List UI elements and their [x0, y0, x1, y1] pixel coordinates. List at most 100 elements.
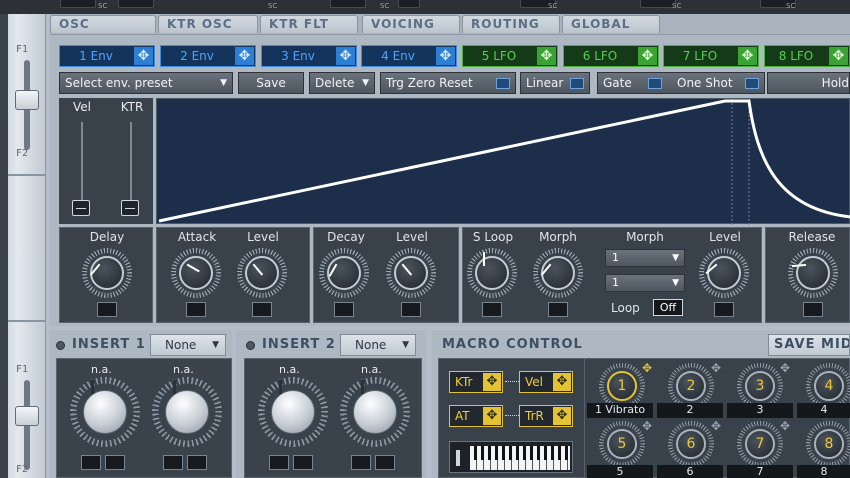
- move-arrows-icon[interactable]: ✥: [780, 361, 790, 375]
- macro-name-2[interactable]: 2: [657, 403, 723, 418]
- move-arrows-icon[interactable]: ✥: [738, 47, 757, 65]
- tab-ktr-flt[interactable]: KTR FLT: [260, 15, 358, 33]
- move-arrows-icon[interactable]: ✥: [235, 47, 254, 65]
- tab-routing[interactable]: ROUTING: [462, 15, 560, 33]
- insert-1-type-select[interactable]: None ▼: [150, 334, 226, 356]
- move-arrows-icon[interactable]: ✥: [537, 47, 556, 65]
- macro-name-4[interactable]: 4: [797, 403, 850, 418]
- hold-toggle[interactable]: Hold: [767, 72, 850, 94]
- insert-sc-slot[interactable]: [375, 455, 395, 470]
- decay-level-knob[interactable]: [386, 248, 436, 298]
- sloop-knob[interactable]: [467, 248, 517, 298]
- decay-mod-slot[interactable]: [334, 302, 354, 317]
- one-shot-checkbox[interactable]: [745, 78, 759, 89]
- insert-mod-slot[interactable]: [351, 455, 371, 470]
- insert-2-knob-1[interactable]: [258, 377, 328, 447]
- piano-keys[interactable]: [470, 446, 570, 470]
- linear-checkbox[interactable]: [570, 78, 584, 89]
- move-arrows-icon[interactable]: ✥: [780, 419, 790, 433]
- insert-mod-slot[interactable]: [269, 455, 289, 470]
- keyboard-widget[interactable]: [449, 441, 573, 473]
- macro-name-6[interactable]: 6: [657, 465, 723, 478]
- trg-zero-reset-checkbox[interactable]: [496, 78, 510, 89]
- macro-knob-6[interactable]: 6: [668, 421, 714, 467]
- mod-fader-thumb[interactable]: [15, 406, 39, 426]
- macro-name-5[interactable]: 5: [587, 465, 653, 478]
- macro-knob-5[interactable]: 5: [599, 421, 645, 467]
- env-tab-2[interactable]: 2 Env ✥: [160, 45, 256, 67]
- insert-mod-slot[interactable]: [81, 455, 101, 470]
- macro-source-trr[interactable]: TrR ✥: [519, 405, 573, 427]
- macro-source-ktr[interactable]: KTr ✥: [449, 371, 503, 393]
- top-sc-button-6[interactable]: [640, 0, 676, 8]
- move-arrows-icon[interactable]: ✥: [711, 419, 721, 433]
- sloop-mod-slot[interactable]: [482, 302, 502, 317]
- level-knob[interactable]: [699, 248, 749, 298]
- top-sc-button-2[interactable]: [118, 0, 154, 8]
- decay-level-mod-slot[interactable]: [401, 302, 421, 317]
- morph-knob[interactable]: [533, 248, 583, 298]
- insert-mod-slot[interactable]: [163, 455, 183, 470]
- power-led-icon[interactable]: [56, 341, 65, 350]
- insert-2-knob-2[interactable]: [340, 377, 410, 447]
- move-arrows-icon[interactable]: ✥: [336, 47, 355, 65]
- attack-level-mod-slot[interactable]: [252, 302, 272, 317]
- morph-select-2[interactable]: 1 ▼: [605, 274, 685, 292]
- move-arrows-icon[interactable]: ✥: [553, 373, 571, 391]
- pitch-wheel[interactable]: [456, 450, 460, 466]
- release-knob[interactable]: [788, 248, 838, 298]
- tab-ktr-osc[interactable]: KTR OSC: [158, 15, 258, 33]
- env-tab-4[interactable]: 4 Env ✥: [361, 45, 457, 67]
- lfo-tab-6[interactable]: 6 LFO ✥: [563, 45, 659, 67]
- top-sc-button-1[interactable]: [60, 0, 96, 8]
- mod-fader-thumb[interactable]: [15, 90, 39, 110]
- macro-name-7[interactable]: 7: [727, 465, 793, 478]
- move-arrows-icon[interactable]: ✥: [829, 47, 848, 65]
- insert-1-knob-1[interactable]: [70, 377, 140, 447]
- top-sc-button-3[interactable]: [330, 0, 366, 8]
- top-sc-button-4[interactable]: [398, 0, 420, 8]
- morph-select-1[interactable]: 1 ▼: [605, 249, 685, 267]
- env-preset-select[interactable]: Select env. preset ▼: [59, 72, 233, 94]
- move-arrows-icon[interactable]: ✥: [483, 373, 501, 391]
- move-arrows-icon[interactable]: ✥: [638, 47, 657, 65]
- lfo-tab-5[interactable]: 5 LFO ✥: [462, 45, 558, 67]
- macro-source-vel[interactable]: Vel ✥: [519, 371, 573, 393]
- release-mod-slot[interactable]: [803, 302, 823, 317]
- level-mod-slot[interactable]: [714, 302, 734, 317]
- move-arrows-icon[interactable]: ✥: [642, 361, 652, 375]
- insert-2-type-select[interactable]: None ▼: [340, 334, 416, 356]
- macro-source-at[interactable]: AT ✥: [449, 405, 503, 427]
- env-tab-1[interactable]: 1 Env ✥: [59, 45, 155, 67]
- delay-knob[interactable]: [82, 248, 132, 298]
- attack-level-knob[interactable]: [237, 248, 287, 298]
- macro-knob-8[interactable]: 8: [806, 421, 850, 467]
- move-arrows-icon[interactable]: ✥: [711, 361, 721, 375]
- macro-knob-7[interactable]: 7: [737, 421, 783, 467]
- ktr-slider-thumb[interactable]: [121, 200, 139, 216]
- save-button[interactable]: Save: [238, 72, 304, 94]
- delay-mod-slot[interactable]: [97, 302, 117, 317]
- one-shot-toggle[interactable]: One Shot: [667, 72, 765, 94]
- trg-zero-reset-toggle[interactable]: Trg Zero Reset: [380, 72, 516, 94]
- vel-slider-thumb[interactable]: [72, 200, 90, 216]
- lfo-tab-8[interactable]: 8 LFO ✥: [764, 45, 850, 67]
- insert-sc-slot[interactable]: [187, 455, 207, 470]
- macro-name-8[interactable]: 8: [797, 465, 850, 478]
- insert-sc-slot[interactable]: [293, 455, 313, 470]
- move-arrows-icon[interactable]: ✥: [436, 47, 455, 65]
- gate-checkbox[interactable]: [648, 78, 662, 89]
- envelope-graph[interactable]: [156, 98, 850, 225]
- tab-global[interactable]: GLOBAL: [562, 15, 660, 33]
- move-arrows-icon[interactable]: ✥: [553, 407, 571, 425]
- attack-knob[interactable]: [171, 248, 221, 298]
- power-led-icon[interactable]: [246, 341, 255, 350]
- macro-name-1[interactable]: 1 Vibrato: [587, 403, 653, 418]
- linear-toggle[interactable]: Linear: [520, 72, 590, 94]
- move-arrows-icon[interactable]: ✥: [483, 407, 501, 425]
- morph-mod-slot[interactable]: [548, 302, 568, 317]
- decay-knob[interactable]: [319, 248, 369, 298]
- env-tab-3[interactable]: 3 Env ✥: [261, 45, 357, 67]
- gate-toggle[interactable]: Gate: [597, 72, 667, 94]
- delete-select[interactable]: Delete ▼: [309, 72, 375, 94]
